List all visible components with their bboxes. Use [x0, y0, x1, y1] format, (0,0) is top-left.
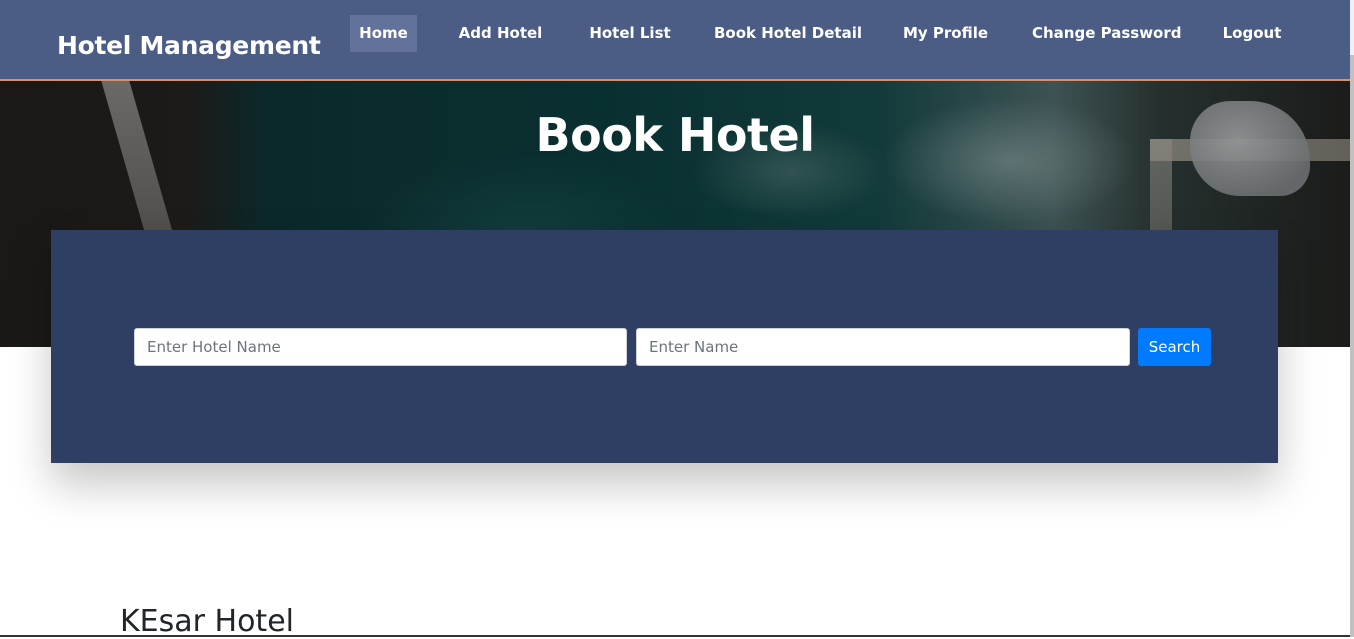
nav-item-book-hotel-detail[interactable]: Book Hotel Detail	[714, 15, 862, 52]
nav-item-change-password[interactable]: Change Password	[1032, 15, 1182, 52]
hotel-name-input[interactable]	[134, 328, 627, 366]
top-navbar: Hotel Management Home Add Hotel Hotel Li…	[0, 0, 1350, 81]
nav-item-my-profile[interactable]: My Profile	[899, 15, 992, 52]
hotel-name-heading: KEsar Hotel	[120, 604, 294, 639]
nav-item-logout[interactable]: Logout	[1216, 15, 1288, 52]
brand-title[interactable]: Hotel Management	[57, 31, 321, 60]
nav-item-add-hotel[interactable]: Add Hotel	[455, 15, 546, 52]
page-title: Book Hotel	[535, 108, 815, 162]
nav-item-hotel-list[interactable]: Hotel List	[586, 15, 674, 52]
nav-item-home[interactable]: Home	[350, 15, 417, 52]
search-button[interactable]: Search	[1138, 328, 1211, 366]
search-panel: Search	[51, 230, 1278, 463]
guest-name-input[interactable]	[636, 328, 1130, 366]
vertical-scrollbar-thumb[interactable]	[1350, 55, 1354, 637]
